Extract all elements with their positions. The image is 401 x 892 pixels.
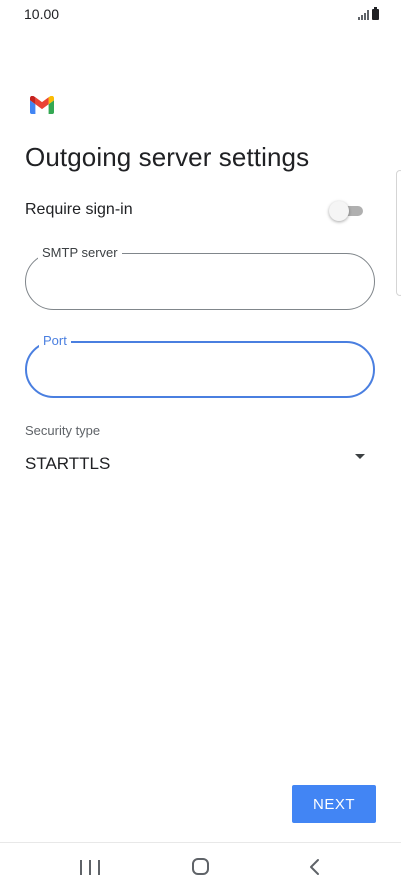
security-type-value: STARTTLS bbox=[25, 454, 111, 473]
back-icon[interactable] bbox=[306, 857, 324, 877]
require-signin-row[interactable]: Require sign-in bbox=[25, 199, 365, 223]
toggle-knob bbox=[329, 201, 349, 221]
navigation-bar bbox=[0, 843, 401, 892]
security-type-label: Security type bbox=[25, 423, 101, 438]
smtp-server-input[interactable] bbox=[44, 270, 348, 294]
status-bar: 10.00 bbox=[0, 0, 401, 30]
security-type-select[interactable]: STARTTLS bbox=[25, 448, 370, 478]
recents-icon[interactable] bbox=[80, 857, 100, 877]
require-signin-toggle[interactable] bbox=[329, 201, 365, 221]
page-title: Outgoing server settings bbox=[25, 142, 310, 172]
status-time: 10.00 bbox=[24, 6, 60, 22]
require-signin-label: Require sign-in bbox=[25, 201, 133, 218]
battery-icon bbox=[372, 7, 379, 20]
port-label: Port bbox=[39, 333, 71, 349]
status-icons bbox=[358, 7, 379, 20]
smtp-server-field[interactable]: SMTP server bbox=[25, 245, 375, 310]
port-input[interactable] bbox=[45, 359, 349, 383]
port-field[interactable]: Port bbox=[25, 333, 375, 398]
signal-icon bbox=[358, 9, 369, 20]
smtp-server-label: SMTP server bbox=[38, 245, 122, 261]
gmail-logo bbox=[30, 96, 54, 114]
next-button[interactable]: NEXT bbox=[292, 785, 376, 823]
dropdown-arrow-icon bbox=[355, 454, 365, 459]
home-icon[interactable] bbox=[192, 858, 209, 875]
scroll-indicator bbox=[396, 170, 401, 296]
